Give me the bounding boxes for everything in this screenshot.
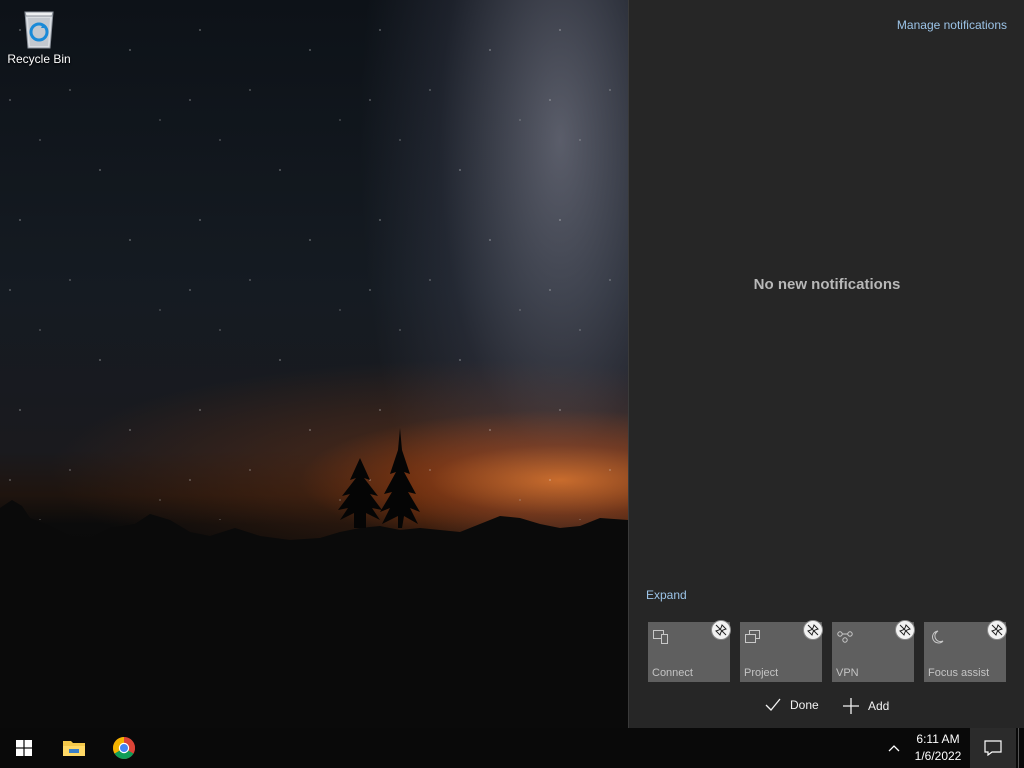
unpin-icon[interactable] <box>895 620 915 640</box>
quick-action-label: Connect <box>652 667 693 679</box>
manage-notifications-link[interactable]: Manage notifications <box>897 18 1007 32</box>
desktop-wallpaper <box>0 0 628 728</box>
file-explorer-button[interactable] <box>50 728 98 768</box>
expand-quick-actions-link[interactable]: Expand <box>646 588 687 602</box>
unpin-icon[interactable] <box>711 620 731 640</box>
vpn-icon <box>837 631 853 643</box>
quick-action-label: Project <box>744 667 779 679</box>
add-button[interactable]: Add <box>843 698 889 714</box>
mountain-silhouette <box>0 428 628 728</box>
connect-icon <box>653 630 668 644</box>
done-button[interactable]: Done <box>765 698 819 712</box>
chevron-up-icon <box>888 745 900 752</box>
quick-action-label: VPN <box>836 667 859 679</box>
moon-icon <box>932 630 944 644</box>
taskbar-clock[interactable]: 6:11 AM 1/6/2022 <box>908 731 968 765</box>
recycle-bin-icon <box>24 11 54 49</box>
done-button-label: Done <box>790 698 819 712</box>
notification-icon <box>984 740 1002 756</box>
desktop-icon-recycle-bin[interactable]: Recycle Bin <box>4 6 74 66</box>
empty-notifications-message: No new notifications <box>753 276 901 293</box>
quick-action-focus-assist[interactable]: Focus assist <box>924 620 1007 682</box>
taskbar: 6:11 AM 1/6/2022 <box>0 728 1024 768</box>
clock-date: 1/6/2022 <box>914 749 962 763</box>
chrome-icon <box>113 737 135 759</box>
quick-action-project[interactable]: Project <box>740 620 823 682</box>
project-icon <box>745 630 760 643</box>
folder-icon <box>63 741 85 756</box>
plus-icon <box>843 698 859 714</box>
quick-action-vpn[interactable]: VPN <box>832 620 915 682</box>
action-center-button[interactable] <box>970 728 1016 768</box>
clock-time: 6:11 AM <box>916 732 960 746</box>
add-button-label: Add <box>868 699 890 713</box>
windows-logo-icon <box>16 740 32 756</box>
quick-actions-edit-bar: Done Add <box>629 698 1024 718</box>
unpin-icon[interactable] <box>803 620 823 640</box>
start-button[interactable] <box>0 728 48 768</box>
action-center-panel: Manage notifications No new notification… <box>628 0 1024 728</box>
unpin-icon[interactable] <box>987 620 1007 640</box>
checkmark-icon <box>765 698 781 711</box>
show-desktop-button[interactable] <box>1018 728 1024 768</box>
quick-action-connect[interactable]: Connect <box>648 620 731 682</box>
quick-action-label: Focus assist <box>928 667 990 679</box>
chrome-button[interactable] <box>100 728 148 768</box>
desktop-icon-label: Recycle Bin <box>7 52 71 66</box>
